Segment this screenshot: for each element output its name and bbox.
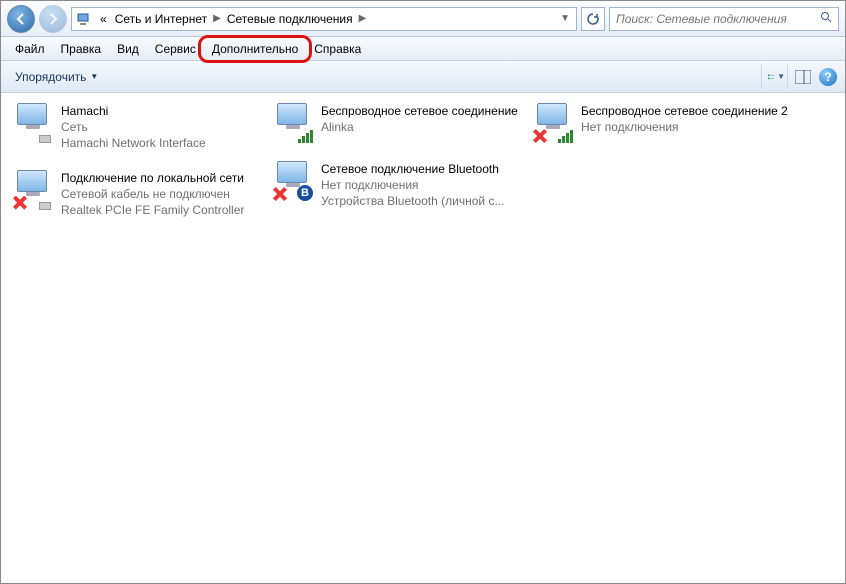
connection-device: Hamachi Network Interface xyxy=(61,135,206,151)
connection-title: Hamachi xyxy=(61,103,206,119)
chevron-right-icon: ▶ xyxy=(357,13,369,24)
wireless-adapter-icon xyxy=(533,103,573,143)
breadcrumb-seg-1[interactable]: Сеть и Интернет xyxy=(111,12,211,26)
connection-status: Alinka xyxy=(321,119,518,135)
address-bar: « Сеть и Интернет ▶ Сетевые подключения … xyxy=(1,1,845,37)
network-folder-icon xyxy=(76,11,92,27)
menu-bar: Файл Правка Вид Сервис Дополнительно Спр… xyxy=(1,37,845,61)
content-area: Hamachi Сеть Hamachi Network Interface П… xyxy=(1,93,845,238)
connection-item[interactable]: Беспроводное сетевое соединение 2 Нет по… xyxy=(531,99,791,157)
search-input[interactable] xyxy=(616,12,816,26)
connection-status: Сетевой кабель не подключен xyxy=(61,186,244,202)
help-icon: ? xyxy=(819,68,837,86)
chevron-down-icon[interactable]: ▼ xyxy=(558,13,572,24)
organize-label: Упорядочить xyxy=(15,70,86,84)
menu-service[interactable]: Сервис xyxy=(147,39,204,59)
view-options-button[interactable]: ▼ xyxy=(761,65,785,89)
connection-status: Сеть xyxy=(61,119,206,135)
connection-device: Устройства Bluetooth (личной с... xyxy=(321,193,504,209)
toolbar: Упорядочить ▼ ▼ ? xyxy=(1,61,845,93)
menu-view[interactable]: Вид xyxy=(109,39,147,59)
chevron-down-icon: ▼ xyxy=(90,72,98,81)
connection-title: Беспроводное сетевое соединение xyxy=(321,103,518,119)
connection-status: Нет подключения xyxy=(581,119,788,135)
network-adapter-icon xyxy=(13,103,53,143)
breadcrumb-seg-2[interactable]: Сетевые подключения xyxy=(223,12,357,26)
connection-device: Realtek PCIe FE Family Controller xyxy=(61,202,244,218)
connection-item[interactable]: B Сетевое подключение Bluetooth Нет подк… xyxy=(271,157,531,224)
back-button[interactable] xyxy=(7,5,35,33)
connection-status: Нет подключения xyxy=(321,177,504,193)
breadcrumb-prefix[interactable]: « xyxy=(96,12,111,26)
connection-title: Подключение по локальной сети xyxy=(61,170,244,186)
menu-file[interactable]: Файл xyxy=(7,39,53,59)
network-adapter-icon xyxy=(13,170,53,210)
search-box[interactable] xyxy=(609,7,839,31)
menu-edit[interactable]: Правка xyxy=(53,39,110,59)
connection-item[interactable]: Беспроводное сетевое соединение Alinka xyxy=(271,99,531,157)
refresh-button[interactable] xyxy=(581,7,605,31)
organize-button[interactable]: Упорядочить ▼ xyxy=(9,66,104,88)
connection-item[interactable]: Hamachi Сеть Hamachi Network Interface xyxy=(11,99,271,166)
help-button[interactable]: ? xyxy=(813,65,837,89)
menu-advanced[interactable]: Дополнительно xyxy=(204,39,306,59)
forward-button[interactable] xyxy=(39,5,67,33)
menu-help[interactable]: Справка xyxy=(306,39,369,59)
bluetooth-adapter-icon: B xyxy=(273,161,313,201)
wireless-adapter-icon xyxy=(273,103,313,143)
connection-title: Сетевое подключение Bluetooth xyxy=(321,161,504,177)
connection-item[interactable]: Подключение по локальной сети Сетевой ка… xyxy=(11,166,271,233)
connection-title: Беспроводное сетевое соединение 2 xyxy=(581,103,788,119)
preview-pane-button[interactable] xyxy=(787,65,811,89)
chevron-right-icon: ▶ xyxy=(211,13,223,24)
search-icon xyxy=(820,11,832,26)
breadcrumb-box[interactable]: « Сеть и Интернет ▶ Сетевые подключения … xyxy=(71,7,577,31)
